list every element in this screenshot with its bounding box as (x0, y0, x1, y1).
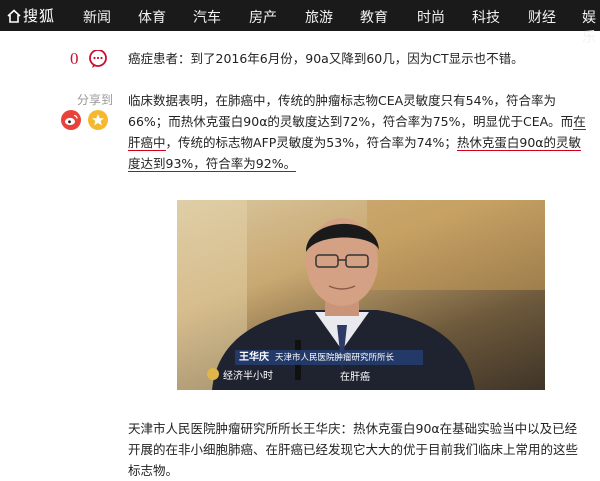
nav-news[interactable]: 新闻 (83, 7, 111, 27)
star-favorite-icon[interactable] (88, 110, 108, 134)
share-label: 分享到 (77, 93, 114, 107)
name-caption-bar: 王华庆 天津市人民医院肿瘤研究所所长 (235, 350, 423, 365)
paragraph-2-text-c: ，传统的标志物AFP灵敏度为53%，符合率为74%； (165, 135, 457, 150)
comment-count[interactable]: 0 (70, 49, 79, 69)
nav-entertainment[interactable]: 娱乐 (582, 7, 600, 47)
nav-finance[interactable]: 财经 (528, 7, 556, 27)
article-paragraph-2: 临床数据表明，在肺癌中，传统的肿瘤标志物CEA灵敏度只有54%，符合率为66%；… (128, 90, 588, 174)
nav-travel[interactable]: 旅游 (305, 7, 333, 27)
home-icon (7, 8, 21, 23)
nav-realestate[interactable]: 房产 (249, 7, 277, 27)
interview-photo: 王华庆 天津市人民医院肿瘤研究所所长 经济半小时 在肝癌 (177, 200, 545, 390)
program-name: 经济半小时 (223, 370, 273, 382)
nav-education[interactable]: 教育 (360, 7, 388, 27)
program-logo: 经济半小时 (207, 366, 273, 382)
nav-auto[interactable]: 汽车 (193, 7, 221, 27)
sohu-logo[interactable]: 搜狐 (7, 5, 55, 26)
comment-icon[interactable] (88, 49, 108, 72)
caption-name: 王华庆 (239, 352, 269, 363)
article-paragraph-1: 癌症患者：到了2016年6月份，90a又降到60几，因为CT显示也不错。 (128, 51, 524, 66)
paragraph-2-text-a: 临床数据表明，在肺癌中，传统的肿瘤标志物CEA灵敏度只有54%，符合率为66%；… (128, 93, 574, 129)
nav-sports[interactable]: 体育 (138, 7, 166, 27)
top-nav-bar: 搜狐 新闻 体育 汽车 房产 旅游 教育 时尚 科技 财经 娱乐 (0, 0, 600, 46)
video-subtitle: 在肝癌 (340, 372, 370, 383)
weibo-icon[interactable] (61, 110, 81, 134)
program-logo-icon (207, 368, 219, 380)
logo-text: 搜狐 (23, 7, 56, 25)
nav-fashion[interactable]: 时尚 (417, 7, 445, 27)
nav-tech[interactable]: 科技 (472, 7, 500, 27)
caption-role: 天津市人民医院肿瘤研究所所长 (275, 353, 395, 363)
